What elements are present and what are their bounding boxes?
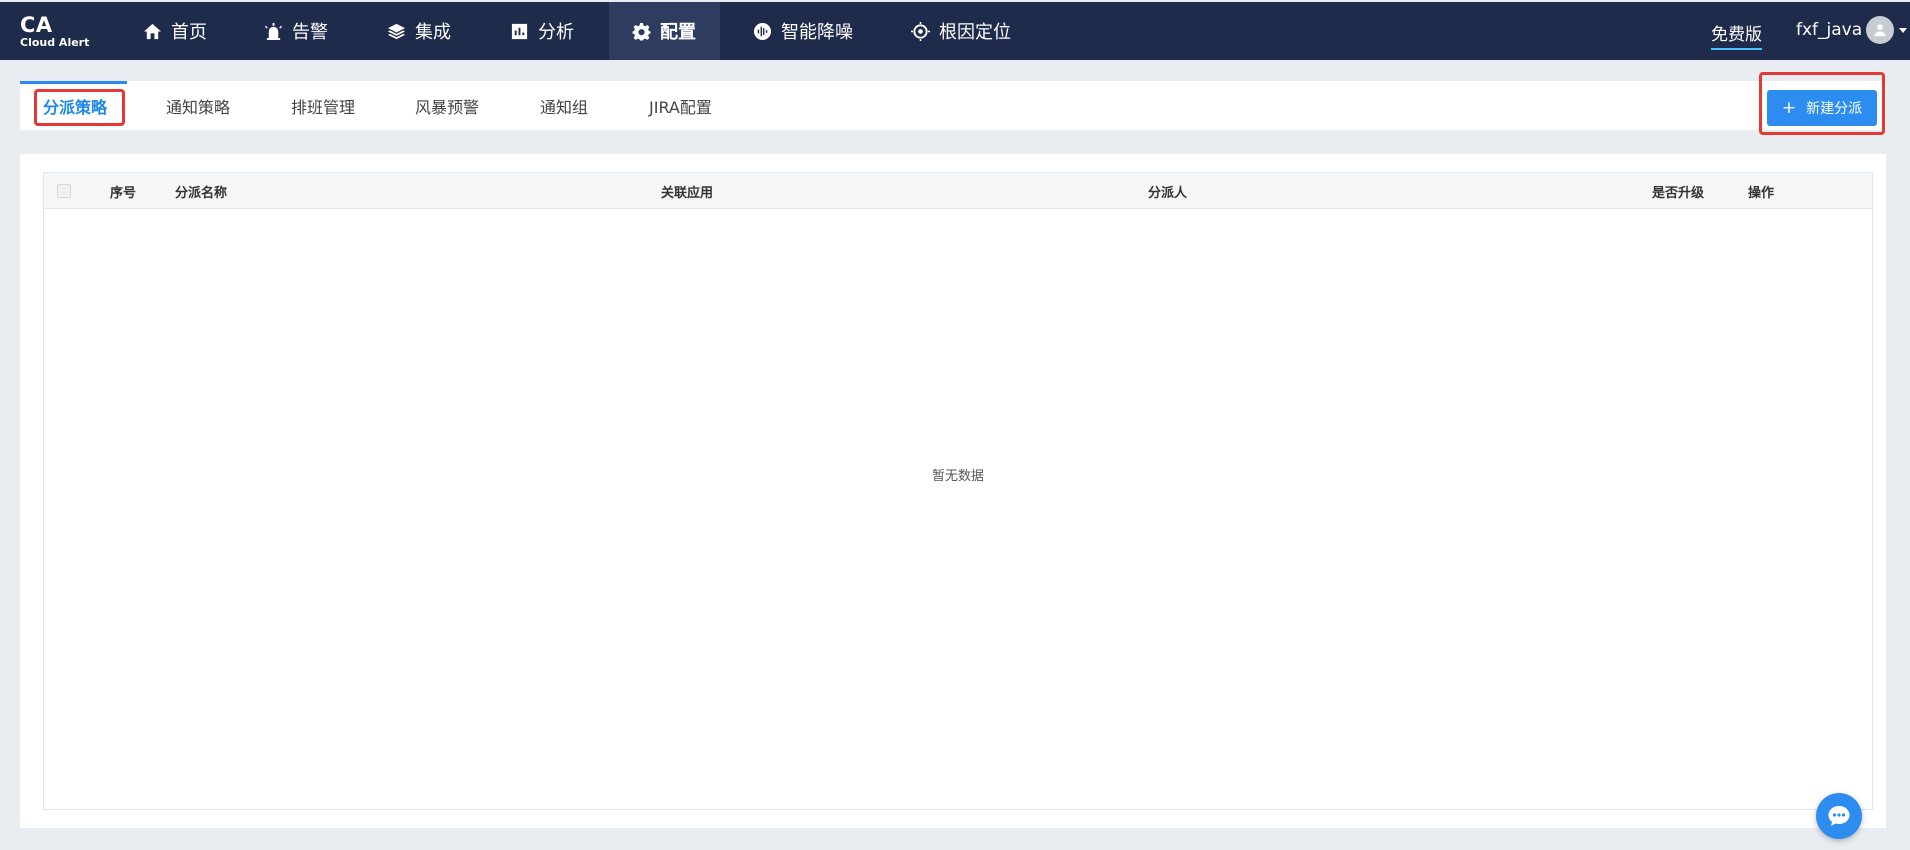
tab-notify-policy[interactable]: 通知策略	[166, 81, 230, 130]
nav-item-label: 根因定位	[939, 22, 1011, 43]
tab-notify-group[interactable]: 通知组	[540, 81, 588, 130]
select-all-checkbox[interactable]	[57, 184, 71, 198]
config-tabs: 分派策略 通知策略 排班管理 风暴预警 通知组 JIRA配置	[20, 81, 1886, 130]
column-header-index: 序号	[110, 185, 137, 201]
nav-item-alerts[interactable]: 告警	[264, 2, 328, 60]
empty-state-text: 暂无数据	[931, 469, 984, 484]
nav-item-label: 智能降噪	[781, 22, 853, 43]
alarm-icon	[264, 22, 283, 40]
layers-icon	[387, 23, 406, 39]
nav-item-label: 分析	[538, 22, 574, 43]
user-icon	[1874, 24, 1886, 37]
nav-item-home[interactable]: 首页	[143, 2, 207, 60]
logo[interactable]: CA Cloud Alert	[20, 14, 89, 50]
dispatch-table: 序号 分派名称 关联应用 分派人 是否升级 操作 暂无数据	[43, 172, 1873, 810]
nav-item-label: 配置	[660, 22, 696, 43]
noise-icon	[753, 22, 772, 40]
column-header-actions: 操作	[1748, 185, 1775, 201]
chart-icon	[511, 23, 528, 39]
logo-subtitle: Cloud Alert	[20, 36, 90, 49]
nav-item-analysis[interactable]: 分析	[510, 2, 574, 60]
table-header: 序号 分派名称 关联应用 分派人 是否升级 操作	[44, 173, 1872, 209]
nav-item-config[interactable]: 配置	[609, 2, 720, 60]
free-version-link[interactable]: 免费版	[1711, 20, 1762, 50]
nav-item-integrations[interactable]: 集成	[387, 2, 451, 60]
user-menu[interactable]: fxf_java	[1796, 16, 1908, 44]
nav-item-label: 首页	[171, 22, 207, 43]
chat-support-button[interactable]	[1816, 793, 1862, 839]
nav-item-noise-reduction[interactable]: 智能降噪	[753, 2, 853, 60]
tab-jira-config[interactable]: JIRA配置	[649, 81, 712, 130]
highlight-box-button	[1759, 72, 1885, 135]
tab-schedule[interactable]: 排班管理	[291, 81, 355, 130]
username: fxf_java	[1796, 20, 1863, 40]
avatar	[1866, 16, 1895, 44]
column-header-app: 关联应用	[661, 185, 714, 201]
chevron-down-icon	[1899, 27, 1908, 33]
nav-item-root-cause[interactable]: 根因定位	[911, 2, 1011, 60]
tab-storm-warning[interactable]: 风暴预警	[415, 81, 479, 130]
column-header-name: 分派名称	[175, 185, 228, 201]
gear-icon	[632, 22, 651, 41]
column-header-escalate: 是否升级	[1652, 185, 1705, 201]
target-icon	[911, 21, 930, 41]
nav-item-label: 告警	[292, 22, 328, 43]
top-navbar: CA Cloud Alert 首页 告警 集成 分析 配置 智能降噪 根因定位 …	[0, 2, 1910, 60]
highlight-box-tab	[34, 89, 125, 126]
logo-title: CA	[20, 13, 53, 37]
chat-icon	[1828, 806, 1850, 826]
home-icon	[143, 23, 162, 39]
nav-item-label: 集成	[415, 22, 451, 43]
column-header-assignee: 分派人	[1148, 185, 1188, 201]
